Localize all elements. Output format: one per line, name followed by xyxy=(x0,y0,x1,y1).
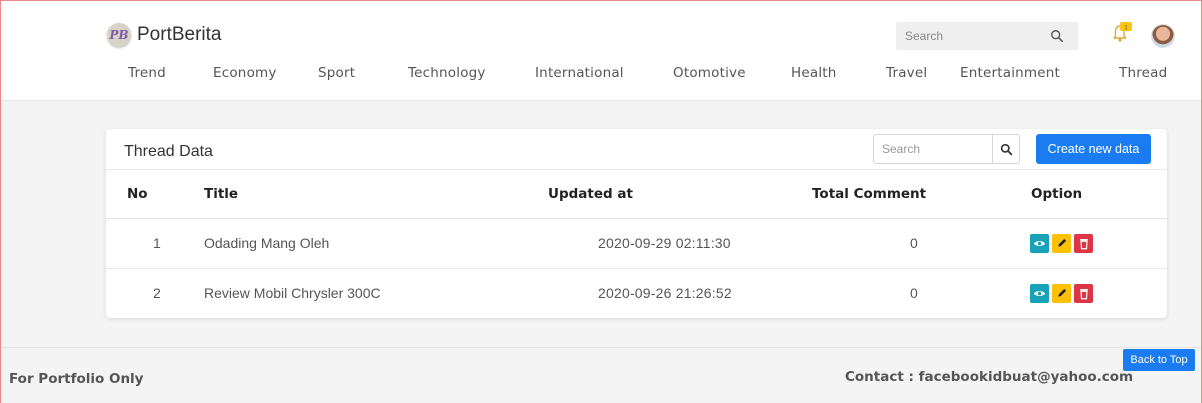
thread-table: No Title Updated at Total Comment Option… xyxy=(106,170,1167,318)
top-navbar: PB PortBerita 1 Trend Economy Sport Tech… xyxy=(1,1,1201,101)
view-button[interactable] xyxy=(1030,283,1049,303)
row-total-comment: 0 xyxy=(788,218,1016,269)
column-header-total-comment: Total Comment xyxy=(788,170,1016,219)
row-updated-at: 2020-09-26 21:26:52 xyxy=(598,285,732,302)
row-no: 1 xyxy=(106,218,204,269)
row-options xyxy=(1016,218,1167,269)
row-no: 2 xyxy=(153,285,161,302)
column-header-option: Option xyxy=(1016,170,1167,219)
column-header-no: No xyxy=(106,170,204,219)
brand-name: PortBerita xyxy=(137,24,222,45)
header-search-input[interactable] xyxy=(896,29,1046,43)
pencil-icon xyxy=(1057,289,1066,297)
footer: For Portfolio Only Contact : facebookidb… xyxy=(1,347,1201,403)
edit-button[interactable] xyxy=(1052,283,1071,303)
create-new-data-button[interactable]: Create new data xyxy=(1036,134,1151,164)
nav-item-health[interactable]: Health xyxy=(791,65,837,81)
trash-icon xyxy=(1079,238,1088,249)
back-to-top-button[interactable]: Back to Top xyxy=(1123,349,1195,371)
row-title: Review Mobil Chrysler 300C xyxy=(204,285,381,302)
card-title: Thread Data xyxy=(124,143,213,160)
card-search-input[interactable] xyxy=(874,135,992,163)
pencil-icon xyxy=(1057,238,1066,247)
column-header-title: Title xyxy=(204,170,548,219)
row-options xyxy=(1016,268,1167,318)
nav-item-economy[interactable]: Economy xyxy=(213,65,277,81)
table-row: 1 Odading Mang Oleh 2020-09-29 02:11:30 … xyxy=(106,218,1167,269)
footer-note: For Portfolio Only xyxy=(9,371,144,387)
delete-button[interactable] xyxy=(1074,283,1093,303)
header-search xyxy=(896,22,1078,50)
nav-item-thread[interactable]: Thread xyxy=(1119,65,1167,81)
brand-logo: PB xyxy=(107,23,131,47)
row-updated-at: 2020-09-29 02:11:30 xyxy=(548,218,788,269)
notification-badge: 1 xyxy=(1124,25,1128,32)
search-icon[interactable] xyxy=(1050,29,1064,43)
card-search-button[interactable] xyxy=(992,135,1019,163)
trash-icon xyxy=(1079,288,1088,300)
eye-icon xyxy=(1033,240,1046,246)
nav-item-travel[interactable]: Travel xyxy=(886,65,927,81)
category-nav: Trend Economy Sport Technology Internati… xyxy=(1,65,1201,85)
row-total-comment: 0 xyxy=(910,285,918,302)
brand[interactable]: PB PortBerita xyxy=(107,21,221,49)
user-avatar[interactable] xyxy=(1152,25,1174,47)
column-header-updated-at: Updated at xyxy=(548,170,788,219)
nav-item-trend[interactable]: Trend xyxy=(128,65,166,81)
edit-button[interactable] xyxy=(1052,233,1071,253)
nav-item-otomotive[interactable]: Otomotive xyxy=(673,65,746,81)
row-title: Odading Mang Oleh xyxy=(204,218,548,269)
card-search xyxy=(873,134,1020,164)
search-icon xyxy=(1000,143,1012,155)
nav-item-technology[interactable]: Technology xyxy=(408,65,486,81)
notification-bell-icon[interactable]: 1 xyxy=(1109,21,1133,45)
nav-item-sport[interactable]: Sport xyxy=(318,65,355,81)
app-frame: PB PortBerita 1 Trend Economy Sport Tech… xyxy=(0,0,1202,403)
table-header-row: No Title Updated at Total Comment Option xyxy=(106,170,1167,219)
footer-contact: Contact : facebookidbuat@yahoo.com xyxy=(845,369,1134,385)
table-row: 2 Review Mobil Chrysler 300C 2020-09-26 … xyxy=(106,268,1167,318)
nav-item-international[interactable]: International xyxy=(535,65,624,81)
thread-data-card: Thread Data Create new data No Title Upd… xyxy=(106,129,1167,318)
nav-item-entertainment[interactable]: Entertainment xyxy=(960,65,1060,81)
eye-icon xyxy=(1033,290,1046,296)
delete-button[interactable] xyxy=(1074,233,1093,253)
view-button[interactable] xyxy=(1030,233,1049,253)
